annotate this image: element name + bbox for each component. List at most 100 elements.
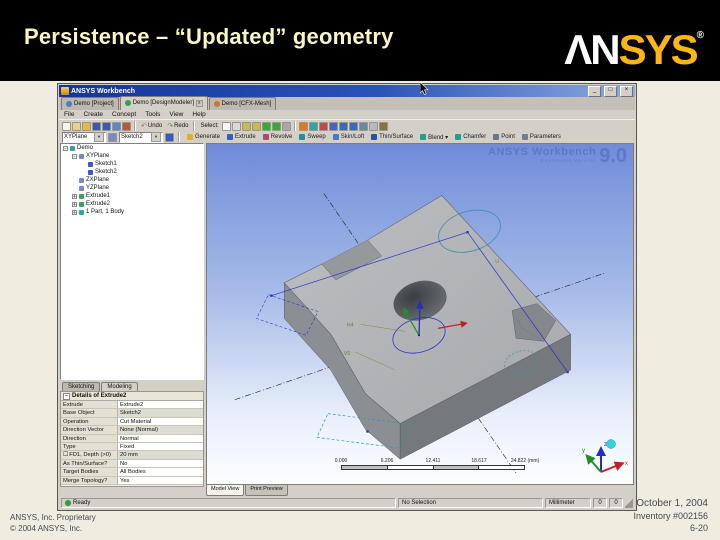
close-button[interactable]: × bbox=[620, 85, 633, 97]
extend-selection-icon[interactable] bbox=[281, 121, 291, 131]
tree-expander-icon[interactable]: − bbox=[63, 145, 68, 151]
resize-grip[interactable] bbox=[625, 497, 633, 508]
select-box-icon[interactable] bbox=[231, 121, 241, 131]
tree-item[interactable]: Sketch2 bbox=[61, 168, 203, 176]
tab-demo-cfx-mesh[interactable]: Demo [CFX-Mesh] bbox=[208, 97, 277, 110]
export-icon[interactable] bbox=[112, 121, 121, 131]
details-row[interactable]: ☐ FD1, Depth (>0) 20 mm bbox=[61, 451, 203, 460]
menu-tools[interactable]: Tools bbox=[145, 111, 160, 118]
menu-help[interactable]: Help bbox=[192, 111, 205, 118]
details-row-value[interactable]: Normal bbox=[118, 434, 203, 442]
details-row[interactable]: Target Bodies All Bodies bbox=[61, 468, 203, 477]
minimize-button[interactable]: _ bbox=[588, 85, 601, 97]
select-cursor-icon[interactable] bbox=[221, 121, 231, 131]
previous-view-icon[interactable] bbox=[368, 121, 378, 131]
tab-sketching[interactable]: Sketching bbox=[62, 382, 101, 391]
menu-file[interactable]: File bbox=[64, 111, 74, 118]
undo-button[interactable]: ↶ Undo bbox=[141, 122, 162, 130]
revolve-button[interactable]: Revolve bbox=[262, 134, 292, 141]
tree-item[interactable]: − XYPlane bbox=[61, 152, 203, 160]
plane-dropdown[interactable]: XYPlane ▼ bbox=[62, 131, 106, 143]
sweep-button[interactable]: Sweep bbox=[299, 134, 326, 141]
face-filter-icon[interactable] bbox=[261, 121, 271, 131]
extrude-button[interactable]: Extrude bbox=[227, 134, 256, 141]
save-as-icon[interactable] bbox=[102, 121, 111, 131]
tree-expander-icon[interactable]: + bbox=[72, 209, 77, 215]
parameters-button[interactable]: Parameters bbox=[521, 134, 561, 141]
details-row[interactable]: Direction Normal bbox=[61, 434, 203, 443]
tab-modeling[interactable]: Modeling bbox=[101, 382, 138, 391]
tree-item[interactable]: + Extrude1 bbox=[61, 192, 203, 200]
zoom-in-icon[interactable] bbox=[328, 121, 338, 131]
details-row[interactable]: Extrude Extrude2 bbox=[61, 401, 203, 410]
tree-item[interactable]: Sketch1 bbox=[61, 160, 203, 168]
dimension-label-h[interactable]: H4 bbox=[347, 322, 354, 328]
skin-loft-button[interactable]: Skin/Loft bbox=[332, 134, 364, 141]
import-icon[interactable] bbox=[82, 121, 91, 131]
menu-view[interactable]: View bbox=[169, 111, 183, 118]
rotate-icon[interactable] bbox=[298, 121, 308, 131]
pan-icon[interactable] bbox=[308, 121, 318, 131]
sketch-point[interactable] bbox=[566, 370, 569, 374]
vertex-filter-icon[interactable] bbox=[241, 121, 251, 131]
details-row[interactable]: Merge Topology? Yes bbox=[61, 476, 203, 485]
orientation-triad[interactable]: x y z bbox=[579, 432, 631, 480]
dimension-label-v[interactable]: V5 bbox=[344, 351, 351, 357]
tree-item[interactable]: YZPlane bbox=[61, 184, 203, 192]
tree-expander-icon[interactable]: + bbox=[72, 193, 77, 199]
details-row-value[interactable]: Fixed bbox=[118, 442, 203, 451]
point-button[interactable]: Point bbox=[493, 134, 515, 141]
details-row-value[interactable]: Extrude2 bbox=[118, 401, 203, 409]
details-row-value[interactable]: Yes bbox=[118, 476, 203, 484]
zoom-out-icon[interactable] bbox=[338, 121, 348, 131]
details-row[interactable]: As Thin/Surface? No bbox=[61, 459, 203, 469]
details-row[interactable]: Base Object Sketch2 bbox=[61, 409, 203, 418]
tab-print-preview[interactable]: Print Preview bbox=[245, 485, 288, 496]
zoom-box-icon[interactable] bbox=[348, 121, 358, 131]
checkbox-icon[interactable]: ☐ bbox=[63, 452, 68, 458]
sketch-point[interactable] bbox=[466, 231, 469, 234]
save-icon[interactable] bbox=[92, 121, 101, 131]
status-units[interactable]: Millimeter bbox=[545, 497, 591, 508]
menu-concept[interactable]: Concept bbox=[112, 111, 136, 118]
tree-item[interactable]: − Demo bbox=[61, 144, 203, 152]
sketch-point[interactable] bbox=[366, 430, 369, 433]
details-row-value[interactable]: No bbox=[118, 459, 203, 468]
tree-item[interactable]: + 1 Part, 1 Body bbox=[61, 208, 203, 216]
tree-expander-icon[interactable]: + bbox=[72, 201, 77, 207]
chamfer-button[interactable]: Chamfer bbox=[455, 134, 486, 141]
edge-filter-icon[interactable] bbox=[251, 121, 261, 131]
new-plane-icon[interactable] bbox=[108, 132, 117, 142]
thin-surface-button[interactable]: Thin/Surface bbox=[371, 134, 413, 141]
new-icon[interactable] bbox=[62, 121, 71, 131]
look-at-icon[interactable] bbox=[358, 121, 368, 131]
maximize-button[interactable]: □ bbox=[604, 85, 617, 97]
blend-button[interactable]: Blend ▾ bbox=[420, 134, 448, 141]
tab-close-icon[interactable]: x bbox=[196, 99, 203, 107]
details-row[interactable]: Operation Cut Material bbox=[61, 417, 203, 427]
tab-demo-project[interactable]: Demo [Project] bbox=[61, 97, 119, 110]
tree-expander-icon[interactable]: − bbox=[72, 153, 77, 159]
open-icon[interactable] bbox=[72, 121, 81, 131]
details-row[interactable]: Type Fixed bbox=[61, 442, 203, 452]
details-row[interactable]: Direction Vector None (Normal) bbox=[61, 426, 203, 435]
settings-icon[interactable] bbox=[122, 121, 131, 131]
isometric-icon[interactable] bbox=[378, 121, 388, 131]
triad-x-arrow[interactable] bbox=[600, 461, 625, 473]
tab-model-view[interactable]: Model View bbox=[206, 485, 245, 496]
generate-button[interactable]: Generate bbox=[187, 134, 220, 141]
new-sketch-icon[interactable] bbox=[165, 132, 174, 142]
body-filter-icon[interactable] bbox=[271, 121, 281, 131]
details-row-value[interactable]: Cut Material bbox=[118, 417, 203, 426]
chevron-down-icon[interactable]: ▼ bbox=[94, 132, 104, 142]
redo-button[interactable]: ↷ Redo bbox=[167, 122, 188, 130]
model-viewport[interactable]: H4 V5 U ANSYS Workbench Evaluation Versi… bbox=[206, 143, 634, 485]
tab-demo-designmodeler[interactable]: Demo [DesignModeler] x bbox=[119, 96, 208, 110]
triad-y-arrow[interactable] bbox=[585, 453, 602, 473]
tree-item[interactable]: ZXPlane bbox=[61, 176, 203, 184]
details-row-value[interactable]: Sketch2 bbox=[118, 409, 203, 417]
sketch-dropdown[interactable]: Sketch2 ▼ bbox=[119, 131, 163, 143]
menu-create[interactable]: Create bbox=[83, 111, 103, 118]
chevron-down-icon[interactable]: ▼ bbox=[151, 132, 161, 142]
zoom-icon[interactable] bbox=[318, 121, 328, 131]
